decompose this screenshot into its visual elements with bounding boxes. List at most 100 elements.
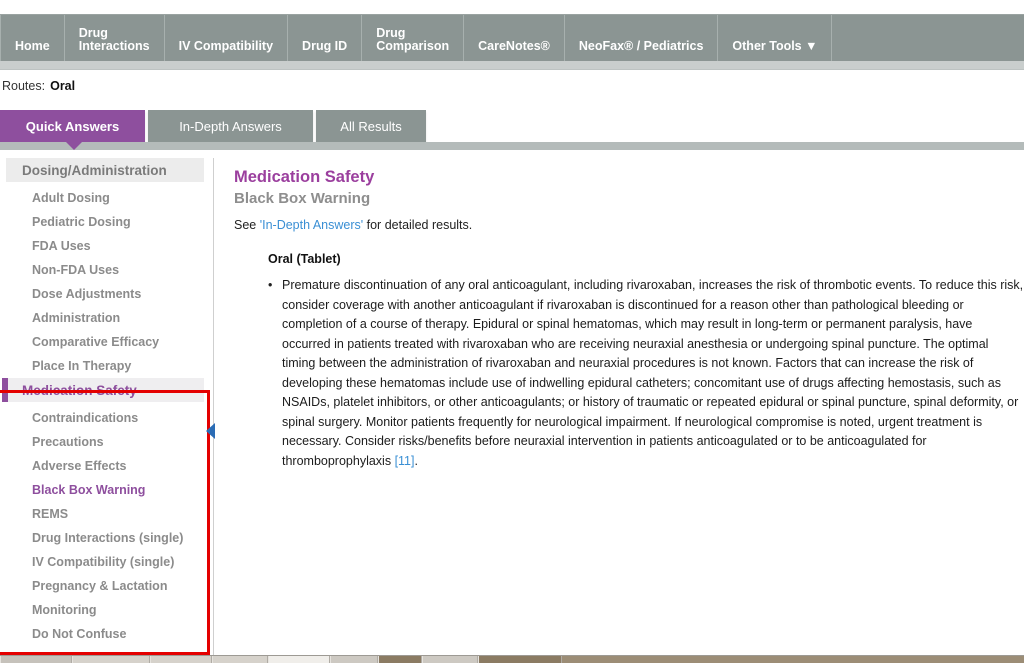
see-suffix: for detailed results.: [363, 218, 473, 232]
sidebar-item-iv-compatibility-single[interactable]: IV Compatibility (single): [0, 550, 208, 574]
tab-label: Quick Answers: [25, 118, 120, 134]
content-area: Dosing/Administration Adult Dosing Pedia…: [0, 158, 1024, 655]
os-taskbar: [0, 655, 1024, 663]
sidebar-collapse-arrow-icon[interactable]: [206, 423, 215, 439]
sidebar-item-label: FDA Uses: [32, 239, 91, 253]
taskbar-window-button[interactable]: [422, 656, 478, 663]
nav-item-label: Drug Interactions: [78, 26, 150, 53]
see-in-depth-note: See 'In-Depth Answers' for detailed resu…: [234, 218, 1024, 232]
sidebar-item-dose-adjustments[interactable]: Dose Adjustments: [0, 282, 208, 306]
sidebar-item-label: Drug Interactions (single): [32, 531, 184, 545]
nav-item-drug-id[interactable]: Drug ID: [288, 15, 363, 61]
taskbar-window-button[interactable]: [378, 656, 422, 663]
nav-item-other-tools[interactable]: Other Tools ▼: [718, 15, 833, 61]
sidebar-item-black-box-warning[interactable]: Black Box Warning: [0, 478, 208, 502]
sidebar-item-non-fda-uses[interactable]: Non-FDA Uses: [0, 258, 208, 282]
tab-label: In-Depth Answers: [179, 118, 282, 134]
primary-navigation-bar: Home Drug Interactions IV Compatibility …: [0, 14, 1024, 61]
sidebar-item-pediatric-dosing[interactable]: Pediatric Dosing: [0, 210, 208, 234]
nav-filler: [832, 15, 1024, 61]
routes-value: Oral: [50, 79, 76, 93]
sidebar-item-label: REMS: [32, 507, 69, 521]
nav-item-drug-comparison[interactable]: Drug Comparison: [362, 15, 465, 61]
see-prefix: See: [234, 218, 260, 232]
nav-item-label: Home: [15, 39, 50, 53]
sidebar-item-label: Non-FDA Uses: [32, 263, 120, 277]
sidebar-item-label: Dose Adjustments: [32, 287, 142, 301]
sidebar-item-label: Black Box Warning: [32, 483, 146, 497]
tab-in-depth-answers[interactable]: In-Depth Answers: [148, 110, 313, 142]
nav-item-label: Drug Comparison: [376, 26, 450, 53]
sidebar-item-label: Pediatric Dosing: [32, 215, 131, 229]
nav-item-label: Other Tools ▼: [732, 39, 818, 53]
sidebar-item-administration[interactable]: Administration: [0, 306, 208, 330]
sidebar-item-rems[interactable]: REMS: [0, 502, 208, 526]
answer-tab-list: Quick Answers In-Depth Answers All Resul…: [0, 110, 1024, 142]
page-title: Medication Safety: [234, 168, 375, 186]
route-heading: Oral (Tablet): [268, 252, 341, 266]
taskbar-window-button[interactable]: [150, 656, 212, 663]
taskbar-window-button-active[interactable]: [268, 656, 330, 663]
warning-body: Premature discontinuation of any oral an…: [282, 278, 1024, 468]
sidebar-item-label: Adverse Effects: [32, 459, 127, 473]
application-window: Home Drug Interactions IV Compatibility …: [0, 0, 1024, 663]
nav-bottom-shadow: [0, 61, 1024, 70]
nav-item-label: IV Compatibility: [178, 39, 274, 53]
sidebar-item-label: Precautions: [32, 435, 104, 449]
active-tab-caret-icon: [66, 142, 82, 150]
sidebar-item-drug-interactions-single[interactable]: Drug Interactions (single): [0, 526, 208, 550]
sidebar-item-label: Comparative Efficacy: [32, 335, 160, 349]
taskbar-window-button[interactable]: [330, 656, 378, 663]
sidebar-item-adverse-effects[interactable]: Adverse Effects: [0, 454, 208, 478]
nav-item-neofax-pediatrics[interactable]: NeoFax® / Pediatrics: [565, 15, 719, 61]
page-subtitle: Black Box Warning: [234, 190, 371, 207]
taskbar-window-button[interactable]: [478, 656, 562, 663]
reference-link[interactable]: [11]: [395, 454, 415, 468]
sidebar-item-fda-uses[interactable]: FDA Uses: [0, 234, 208, 258]
sidebar-item-label: Monitoring: [32, 603, 97, 617]
nav-item-iv-compatibility[interactable]: IV Compatibility: [165, 15, 289, 61]
warning-body-end: .: [414, 453, 418, 468]
tab-label: All Results: [340, 118, 402, 134]
routes-line: Routes: Oral: [0, 79, 75, 93]
sidebar-item-label: Do Not Confuse: [32, 627, 127, 641]
nav-item-label: Drug ID: [302, 39, 348, 53]
tab-underline-strip: [0, 142, 1024, 150]
nav-item-home[interactable]: Home: [0, 15, 65, 61]
sidebar-item-label: Place In Therapy: [32, 359, 132, 373]
sidebar-item-place-in-therapy[interactable]: Place In Therapy: [0, 354, 208, 378]
sidebar-item-label: IV Compatibility (single): [32, 555, 175, 569]
sidebar-section-label: Medication Safety: [22, 382, 137, 398]
primary-navigation: Home Drug Interactions IV Compatibility …: [0, 14, 1024, 70]
main-panel: Medication Safety Black Box Warning See …: [222, 158, 1024, 655]
taskbar-window-button[interactable]: [212, 656, 268, 663]
taskbar-start-button[interactable]: [0, 656, 72, 663]
sidebar-section-dosing-administration[interactable]: Dosing/Administration: [6, 158, 204, 182]
sidebar-section-label: Dosing/Administration: [22, 162, 167, 178]
sidebar-section-medication-safety[interactable]: Medication Safety: [2, 378, 204, 402]
taskbar-window-button[interactable]: [72, 656, 150, 663]
sidebar-item-adult-dosing[interactable]: Adult Dosing: [0, 186, 208, 210]
routes-label: Routes:: [2, 79, 46, 93]
bullet-marker-icon: •: [268, 278, 273, 292]
nav-item-carenotes[interactable]: CareNotes®: [464, 15, 565, 61]
warning-bullet-item: • Premature discontinuation of any oral …: [268, 276, 1024, 471]
sidebar-item-label: Contraindications: [32, 411, 139, 425]
sidebar-item-label: Pregnancy & Lactation: [32, 579, 168, 593]
nav-item-drug-interactions[interactable]: Drug Interactions: [65, 15, 165, 61]
tab-all-results[interactable]: All Results: [316, 110, 426, 142]
sidebar-item-label: Administration: [32, 311, 121, 325]
sidebar-item-label: Adult Dosing: [32, 191, 110, 205]
sidebar-item-pregnancy-lactation[interactable]: Pregnancy & Lactation: [0, 574, 208, 598]
taskbar-tray-area: [562, 656, 1024, 663]
sidebar-item-precautions[interactable]: Precautions: [0, 430, 208, 454]
sidebar-item-comparative-efficacy[interactable]: Comparative Efficacy: [0, 330, 208, 354]
in-depth-answers-link[interactable]: 'In-Depth Answers': [260, 218, 363, 232]
sidebar-item-monitoring[interactable]: Monitoring: [0, 598, 208, 622]
sidebar-item-contraindications[interactable]: Contraindications: [0, 406, 208, 430]
nav-item-label: NeoFax® / Pediatrics: [578, 39, 704, 53]
section-sidebar: Dosing/Administration Adult Dosing Pedia…: [0, 158, 210, 655]
tab-quick-answers[interactable]: Quick Answers: [0, 110, 145, 142]
nav-item-label: CareNotes®: [478, 39, 550, 53]
sidebar-item-do-not-confuse[interactable]: Do Not Confuse: [0, 622, 208, 646]
